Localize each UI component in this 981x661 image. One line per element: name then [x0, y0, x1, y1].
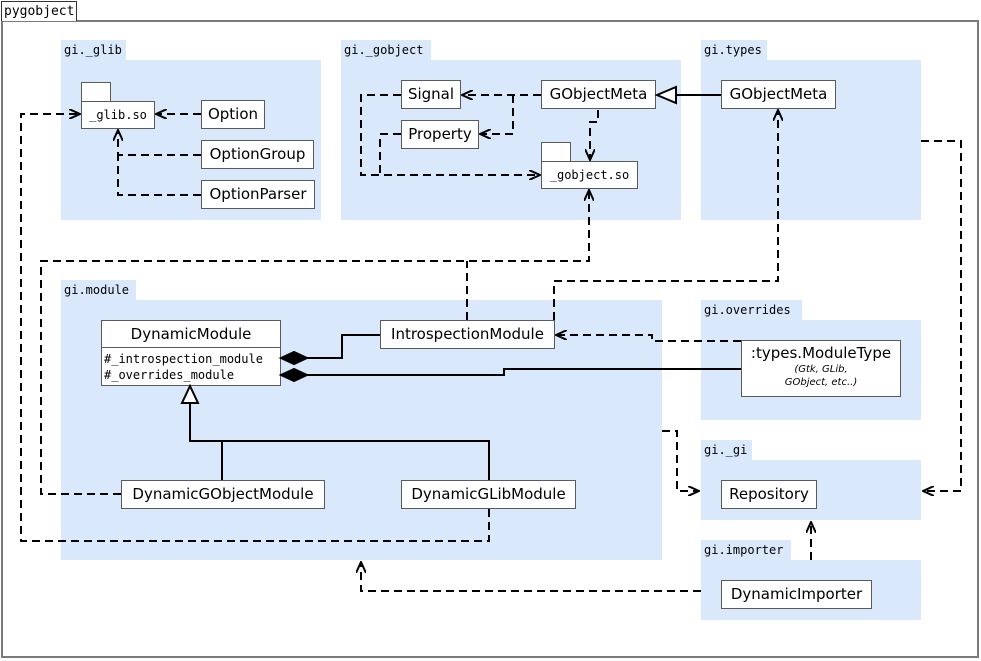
moduletype-note-2: GObject, etc..) — [784, 377, 858, 388]
package-label-overrides: gi.overrides — [701, 300, 802, 320]
attribute-overrides-module: #_overrides_module — [104, 368, 235, 382]
class-property[interactable]: Property — [401, 120, 479, 149]
class-gobjectmeta-gobject[interactable]: GObjectMeta — [541, 80, 656, 109]
class-optionparser[interactable]: OptionParser — [201, 180, 315, 209]
frame-title: pygobject — [1, 1, 78, 21]
class-optiongroup[interactable]: OptionGroup — [201, 140, 314, 169]
class-glib-so[interactable]: _glib.so — [81, 101, 155, 129]
library-tab-icon — [541, 142, 571, 162]
class-signal[interactable]: Signal — [401, 80, 461, 109]
dynamicmodule-attributes: #_introspection_module #_overrides_modul… — [104, 351, 263, 383]
package-label-glib: gi._glib — [61, 40, 126, 60]
object-moduletype[interactable]: :types.ModuleType (Gtk, GLib, GObject, e… — [741, 340, 901, 397]
library-tab-icon — [81, 82, 111, 102]
moduletype-note-1: (Gtk, GLib, — [794, 364, 848, 375]
package-label-gobject: gi._gobject — [341, 40, 431, 60]
class-dynamicmodule[interactable]: DynamicModule #_introspection_module #_o… — [101, 320, 281, 386]
class-introspectionmodule[interactable]: IntrospectionModule — [380, 320, 555, 349]
class-gobject-so[interactable]: _gobject.so — [541, 161, 638, 189]
class-dynamicgobjectmodule[interactable]: DynamicGObjectModule — [121, 480, 325, 509]
attribute-introspection-module: #_introspection_module — [104, 352, 263, 366]
moduletype-name: :types.ModuleType — [750, 344, 892, 362]
class-dynamicimporter[interactable]: DynamicImporter — [721, 580, 872, 609]
class-dynamicglibmodule[interactable]: DynamicGLibModule — [401, 480, 576, 509]
package-label-importer: gi.importer — [701, 540, 791, 560]
class-gobjectmeta-types[interactable]: GObjectMeta — [721, 80, 836, 109]
class-repository[interactable]: Repository — [721, 480, 817, 509]
class-option[interactable]: Option — [201, 100, 265, 129]
package-label-types: gi.types — [701, 40, 767, 60]
package-label-gi: gi._gi — [701, 440, 752, 460]
dynamicmodule-name: DynamicModule — [102, 321, 280, 348]
package-label-module: gi.module — [61, 280, 136, 300]
